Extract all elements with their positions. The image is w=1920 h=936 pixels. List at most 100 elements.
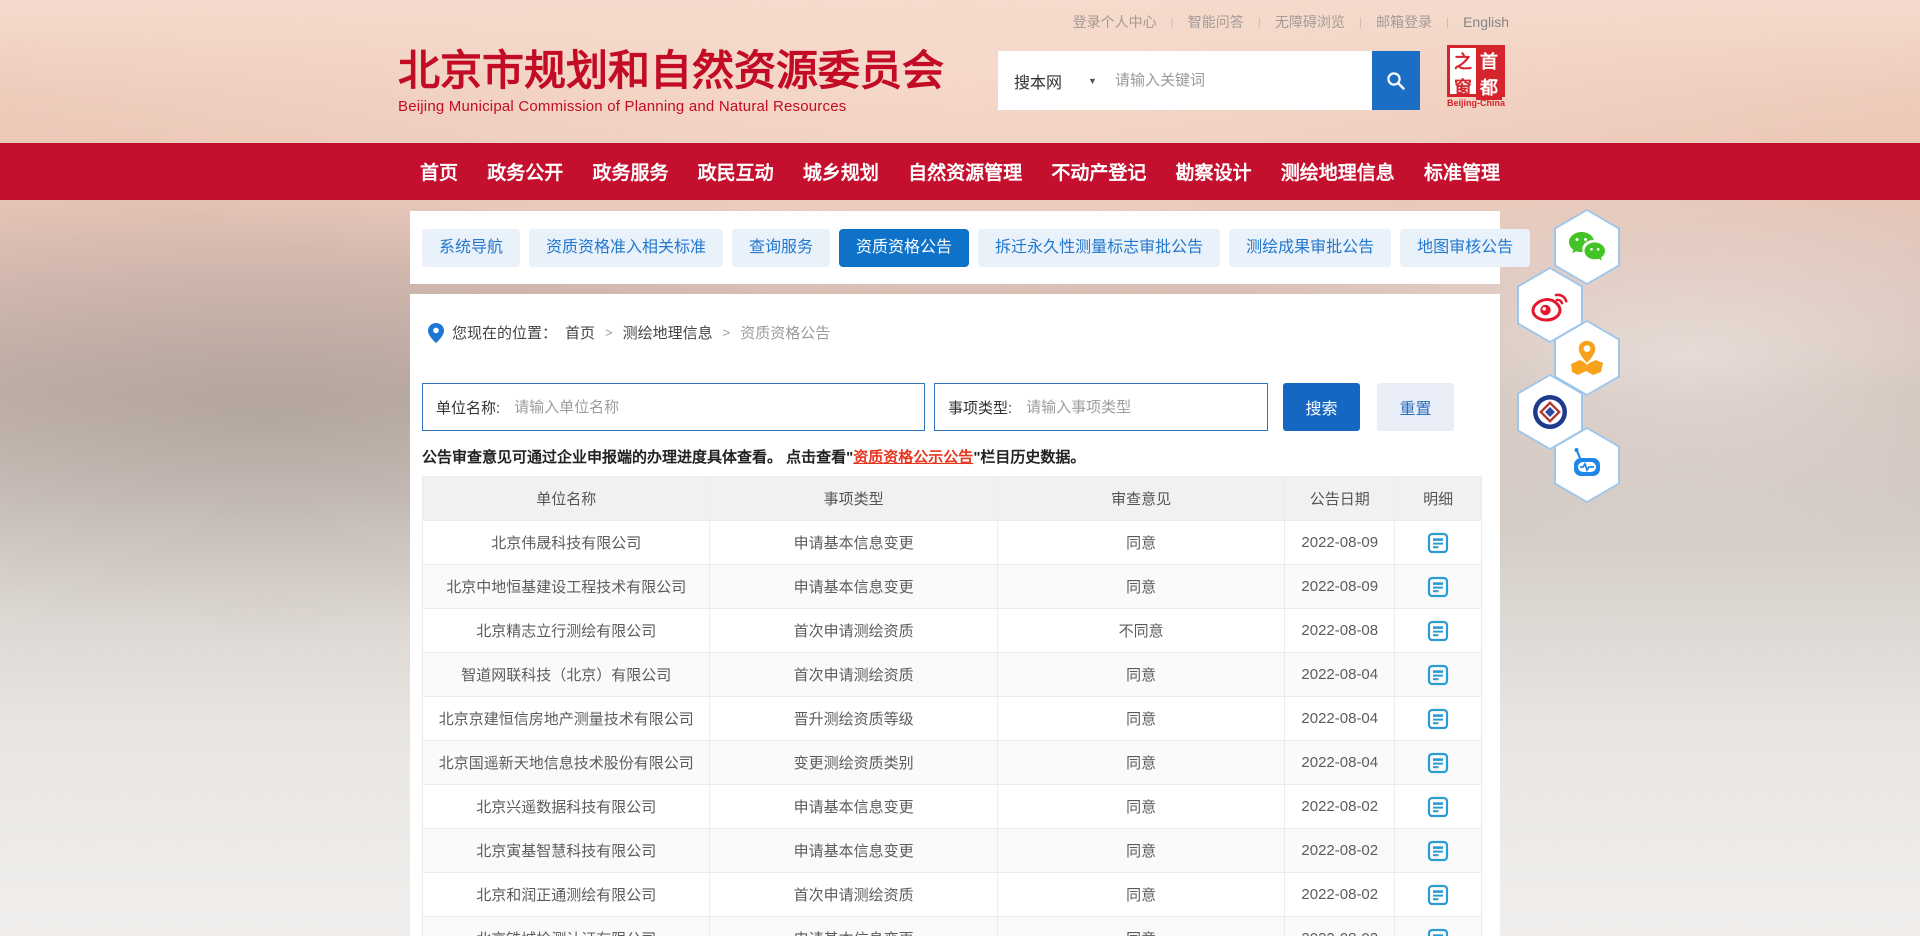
date-cell: 2022-08-02 <box>1285 785 1395 829</box>
breadcrumb-home[interactable]: 首页 <box>565 322 595 343</box>
header-item-type: 事项类型 <box>710 477 997 521</box>
detail-button[interactable] <box>1425 530 1451 556</box>
document-detail-icon <box>1426 795 1450 819</box>
robot-assistant-icon <box>1567 445 1607 485</box>
detail-button[interactable] <box>1425 574 1451 600</box>
opinion-cell: 同意 <box>998 565 1285 609</box>
item-type-label: 事项类型: <box>948 397 1012 418</box>
opinion-cell: 同意 <box>998 741 1285 785</box>
opinion-cell: 同意 <box>998 521 1285 565</box>
topbar-link-login[interactable]: 登录个人中心 <box>1073 12 1157 32</box>
item-type-cell: 申请基本信息变更 <box>710 521 997 565</box>
opinion-cell: 同意 <box>998 653 1285 697</box>
nav-item-survey-design[interactable]: 勘察设计 <box>1176 158 1252 185</box>
breadcrumb-separator: > <box>605 325 613 340</box>
header-detail: 明细 <box>1395 477 1481 521</box>
weibo-icon <box>1530 287 1570 323</box>
tab-query-service[interactable]: 查询服务 <box>732 229 830 267</box>
unit-name-cell: 北京中地恒基建设工程技术有限公司 <box>423 565 710 609</box>
unit-name-field: 单位名称: <box>422 383 925 431</box>
tab-map-review[interactable]: 地图审核公告 <box>1400 229 1530 267</box>
unit-name-input[interactable] <box>514 384 924 430</box>
detail-cell <box>1395 565 1481 609</box>
detail-button[interactable] <box>1425 838 1451 864</box>
detail-button[interactable] <box>1425 926 1451 936</box>
detail-button[interactable] <box>1425 618 1451 644</box>
topbar-link-mail[interactable]: 邮箱登录 <box>1376 12 1432 32</box>
main-panel: 您现在的位置： 首页 > 测绘地理信息 > 资质资格公告 单位名称: 事项类型:… <box>410 294 1500 936</box>
opinion-cell: 不同意 <box>998 609 1285 653</box>
search-scope-dropdown[interactable]: 搜本网 ▼ <box>998 69 1115 93</box>
nav-item-home[interactable]: 首页 <box>420 158 458 185</box>
tab-survey-marker-approval[interactable]: 拆迁永久性测量标志审批公告 <box>978 229 1220 267</box>
reset-button[interactable]: 重置 <box>1377 383 1454 431</box>
tab-survey-results-approval[interactable]: 测绘成果审批公告 <box>1229 229 1391 267</box>
date-cell: 2022-08-04 <box>1285 741 1395 785</box>
header-search-button[interactable] <box>1372 51 1420 110</box>
nav-item-urban-planning[interactable]: 城乡规划 <box>803 158 879 185</box>
document-detail-icon <box>1426 575 1450 599</box>
date-cell: 2022-08-02 <box>1285 829 1395 873</box>
item-type-cell: 申请基本信息变更 <box>710 829 997 873</box>
detail-cell <box>1395 785 1481 829</box>
opinion-cell: 同意 <box>998 917 1285 936</box>
opinion-cell: 同意 <box>998 873 1285 917</box>
document-detail-icon <box>1426 531 1450 555</box>
item-type-cell: 申请基本信息变更 <box>710 917 997 936</box>
detail-button[interactable] <box>1425 882 1451 908</box>
capital-window-seal[interactable]: 之 首 窗 都 Beijing-China <box>1445 45 1507 108</box>
topbar-link-qa[interactable]: 智能问答 <box>1188 12 1244 32</box>
item-type-cell: 首次申请测绘资质 <box>710 873 997 917</box>
document-detail-icon <box>1426 839 1450 863</box>
table-header-row: 单位名称 事项类型 审查意见 公告日期 明细 <box>423 477 1481 521</box>
detail-cell <box>1395 917 1481 936</box>
document-detail-icon <box>1426 883 1450 907</box>
tab-qualification-announcement[interactable]: 资质资格公告 <box>839 229 969 267</box>
detail-cell <box>1395 741 1481 785</box>
item-type-cell: 晋升测绘资质等级 <box>710 697 997 741</box>
document-detail-icon <box>1426 707 1450 731</box>
tab-qualification-standards[interactable]: 资质资格准入相关标准 <box>529 229 723 267</box>
separator: | <box>1258 15 1261 29</box>
item-type-input[interactable] <box>1026 384 1267 430</box>
breadcrumb-geo-info[interactable]: 测绘地理信息 <box>623 322 713 343</box>
nav-item-interaction[interactable]: 政民互动 <box>698 158 774 185</box>
detail-cell <box>1395 829 1481 873</box>
item-type-cell: 变更测绘资质类别 <box>710 741 997 785</box>
chevron-down-icon: ▼ <box>1088 76 1097 86</box>
table-row: 北京国遥新天地信息技术股份有限公司变更测绘资质类别同意2022-08-04 <box>423 741 1481 785</box>
topbar-link-english[interactable]: English <box>1463 14 1509 30</box>
nav-item-standards[interactable]: 标准管理 <box>1424 158 1500 185</box>
float-wechat[interactable] <box>1554 209 1620 285</box>
search-scope-label: 搜本网 <box>1014 69 1062 93</box>
nav-item-natural-resources[interactable]: 自然资源管理 <box>908 158 1022 185</box>
detail-button[interactable] <box>1425 750 1451 776</box>
breadcrumb: 您现在的位置： 首页 > 测绘地理信息 > 资质资格公告 <box>428 322 830 343</box>
document-detail-icon <box>1426 619 1450 643</box>
table-row: 北京寅基智慧科技有限公司申请基本信息变更同意2022-08-02 <box>423 829 1481 873</box>
notice-link[interactable]: 资质资格公示公告 <box>853 449 973 466</box>
date-cell: 2022-08-02 <box>1285 873 1395 917</box>
detail-button[interactable] <box>1425 662 1451 688</box>
nav-item-geo-info[interactable]: 测绘地理信息 <box>1281 158 1395 185</box>
detail-cell <box>1395 653 1481 697</box>
seal-caption: Beijing-China <box>1445 98 1507 108</box>
topbar-link-accessibility[interactable]: 无障碍浏览 <box>1275 12 1345 32</box>
page: { "topbar": { "links": ["登录个人中心", "智能问答"… <box>0 0 1920 936</box>
document-detail-icon <box>1426 751 1450 775</box>
detail-button[interactable] <box>1425 706 1451 732</box>
tab-system-nav[interactable]: 系统导航 <box>422 229 520 267</box>
date-cell: 2022-08-09 <box>1285 565 1395 609</box>
announcement-table-body: 北京伟晟科技有限公司申请基本信息变更同意2022-08-09 北京中地恒基建设工… <box>423 521 1481 936</box>
nav-item-real-estate[interactable]: 不动产登记 <box>1051 158 1146 185</box>
search-button[interactable]: 搜索 <box>1283 383 1360 431</box>
unit-name-cell: 北京寅基智慧科技有限公司 <box>423 829 710 873</box>
seal-char: 首 <box>1476 48 1502 74</box>
detail-button[interactable] <box>1425 794 1451 820</box>
nav-item-gov-affairs[interactable]: 政务公开 <box>487 158 563 185</box>
header-search-input[interactable] <box>1115 51 1372 110</box>
map-service-icon <box>1567 338 1607 378</box>
location-pin-icon <box>428 323 444 343</box>
nav-item-gov-services[interactable]: 政务服务 <box>592 158 668 185</box>
unit-name-cell: 北京国遥新天地信息技术股份有限公司 <box>423 741 710 785</box>
